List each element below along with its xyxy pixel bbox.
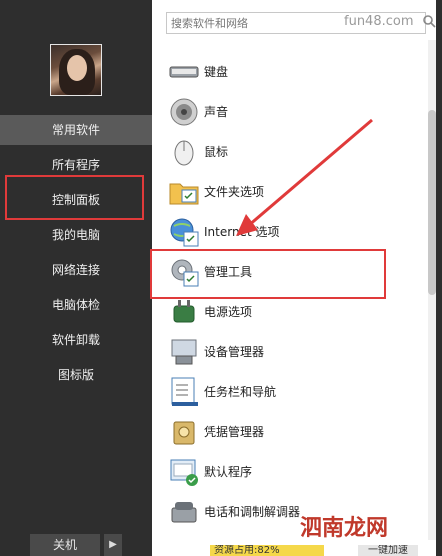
avatar[interactable]: [50, 44, 102, 96]
panel-item-sound[interactable]: 声音: [166, 94, 416, 130]
panel-item-label: 凭据管理器: [204, 425, 265, 439]
shutdown-button[interactable]: 关机: [30, 534, 100, 556]
accelerate-button[interactable]: 一键加速: [358, 545, 418, 556]
power-options-icon: [168, 296, 200, 328]
sidebar-item-common-software[interactable]: 常用软件: [0, 115, 152, 145]
panel-item-credential-manager[interactable]: 凭据管理器: [166, 414, 416, 450]
panel-item-device-manager[interactable]: 设备管理器: [166, 334, 416, 370]
credential-manager-icon: [168, 416, 200, 448]
highlight-box-control-panel: [5, 175, 144, 220]
panel-item-label: 任务栏和导航: [204, 385, 277, 399]
highlight-box-admin-tools: [150, 249, 386, 299]
panel-item-label: Internet 选项: [204, 225, 280, 239]
resource-usage-status: 资源占用:82%: [210, 545, 324, 556]
panel-item-label: 文件夹选项: [204, 185, 265, 199]
panel-item-mouse[interactable]: 鼠标: [166, 134, 416, 170]
panel-item-folder-options[interactable]: 文件夹选项: [166, 174, 416, 210]
watermark-top: fun48.com: [344, 14, 414, 29]
panel-item-label: 鼠标: [204, 145, 229, 159]
folder-options-icon: [168, 176, 200, 208]
sidebar-item-pc-checkup[interactable]: 电脑体检: [0, 290, 152, 320]
panel-item-label: 电话和调制解调器: [204, 505, 301, 519]
panel-item-label: 电源选项: [204, 305, 253, 319]
panel-item-label: 设备管理器: [204, 345, 265, 359]
panel-item-label: 键盘: [204, 65, 229, 79]
keyboard-icon: [168, 56, 200, 88]
scrollbar-thumb[interactable]: [428, 110, 436, 295]
panel-item-keyboard[interactable]: 键盘: [166, 54, 416, 90]
sidebar-item-icon-view[interactable]: 图标版: [0, 360, 152, 390]
sidebar-item-network[interactable]: 网络连接: [0, 255, 152, 285]
sidebar-item-uninstall[interactable]: 软件卸载: [0, 325, 152, 355]
device-manager-icon: [168, 336, 200, 368]
taskbar-icon: [168, 376, 200, 408]
window-edge: [436, 0, 442, 556]
panel-item-label: 默认程序: [204, 465, 253, 479]
panel-item-internet-options[interactable]: Internet 选项: [166, 214, 416, 250]
panel-item-taskbar[interactable]: 任务栏和导航: [166, 374, 416, 410]
sidebar-item-my-computer[interactable]: 我的电脑: [0, 220, 152, 250]
shutdown-options-icon[interactable]: ▶: [104, 534, 122, 556]
avatar-face: [67, 55, 87, 81]
internet-options-icon: [168, 216, 200, 248]
watermark-bottom: 泗南龙网: [300, 516, 389, 541]
default-programs-icon: [168, 456, 200, 488]
panel-item-label: 声音: [204, 105, 229, 119]
phone-modem-icon: [168, 496, 200, 528]
panel-item-default-programs[interactable]: 默认程序: [166, 454, 416, 490]
mouse-icon: [168, 136, 200, 168]
speaker-icon: [168, 96, 200, 128]
panel-item-power-options[interactable]: 电源选项: [166, 294, 416, 330]
